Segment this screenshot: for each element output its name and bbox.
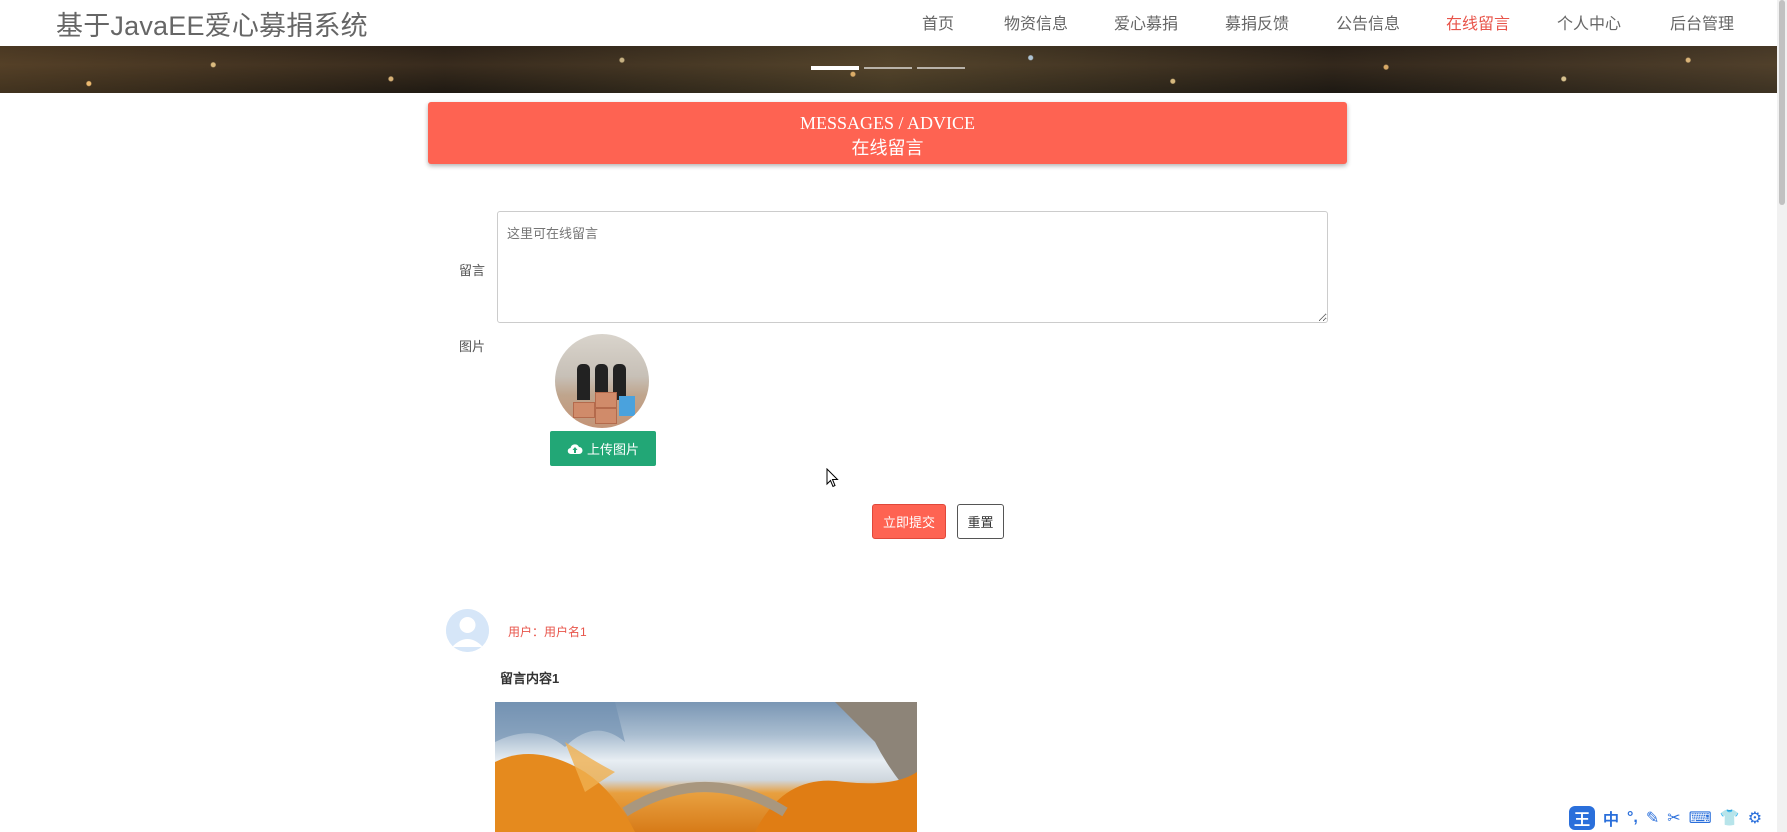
avatar bbox=[446, 609, 489, 652]
scissors-icon[interactable]: ✂ bbox=[1667, 808, 1680, 828]
nav-messages[interactable]: 在线留言 bbox=[1446, 10, 1510, 34]
mouse-cursor-icon bbox=[826, 468, 839, 488]
image-label: 图片 bbox=[459, 339, 486, 354]
banner-carousel[interactable] bbox=[0, 46, 1777, 93]
upload-button-label: 上传图片 bbox=[586, 442, 639, 457]
section-title-cn: 在线留言 bbox=[851, 138, 924, 158]
section-header: MESSAGES / ADVICE 在线留言 bbox=[428, 102, 1347, 164]
submit-button[interactable]: 立即提交 bbox=[872, 504, 946, 539]
keyboard-icon[interactable]: ⌨ bbox=[1689, 808, 1712, 828]
top-navbar: 基于JavaEE爱心募捐系统 首页 物资信息 爱心募捐 募捐反馈 公告信息 在线… bbox=[0, 0, 1777, 46]
nav-admin[interactable]: 后台管理 bbox=[1670, 10, 1734, 34]
nav-donate[interactable]: 爱心募捐 bbox=[1114, 10, 1178, 34]
message-image bbox=[495, 702, 917, 832]
gear-icon[interactable]: ⚙ bbox=[1748, 808, 1762, 828]
nav-feedback[interactable]: 募捐反馈 bbox=[1225, 10, 1289, 34]
message-content: 留言内容1 bbox=[500, 671, 560, 686]
ime-toolbar: 王 中 °, ✎ ✂ ⌨ 👕 ⚙ bbox=[1565, 804, 1777, 832]
user-avatar-icon bbox=[446, 609, 489, 652]
carousel-indicator[interactable] bbox=[864, 67, 912, 69]
carousel-indicator[interactable] bbox=[811, 66, 859, 70]
section-title-en: MESSAGES / ADVICE bbox=[799, 113, 976, 133]
reset-button[interactable]: 重置 bbox=[957, 504, 1004, 539]
nav-home[interactable]: 首页 bbox=[922, 10, 954, 34]
pen-icon[interactable]: ✎ bbox=[1646, 808, 1659, 828]
uploaded-image-preview bbox=[555, 334, 649, 428]
message-label: 留言 bbox=[459, 263, 486, 278]
upload-image-button[interactable]: 上传图片 bbox=[550, 431, 656, 466]
ime-mode[interactable]: 中 bbox=[1603, 806, 1619, 830]
message-textarea[interactable] bbox=[497, 211, 1328, 323]
shirt-icon[interactable]: 👕 bbox=[1720, 808, 1740, 828]
nav-materials[interactable]: 物资信息 bbox=[1004, 10, 1068, 34]
carousel-indicator[interactable] bbox=[917, 67, 965, 69]
scrollbar-thumb[interactable] bbox=[1779, 0, 1785, 205]
carousel-indicators bbox=[811, 66, 965, 70]
site-brand[interactable]: 基于JavaEE爱心募捐系统 bbox=[56, 4, 368, 43]
page-scrollbar[interactable] bbox=[1777, 0, 1787, 832]
nav-notices[interactable]: 公告信息 bbox=[1336, 10, 1400, 34]
cloud-upload-icon bbox=[567, 444, 583, 455]
message-username: 用户：用户名1 bbox=[508, 625, 587, 639]
ime-logo[interactable]: 王 bbox=[1569, 806, 1595, 830]
nav-profile[interactable]: 个人中心 bbox=[1557, 10, 1621, 34]
punctuation-icon[interactable]: °, bbox=[1627, 809, 1638, 827]
